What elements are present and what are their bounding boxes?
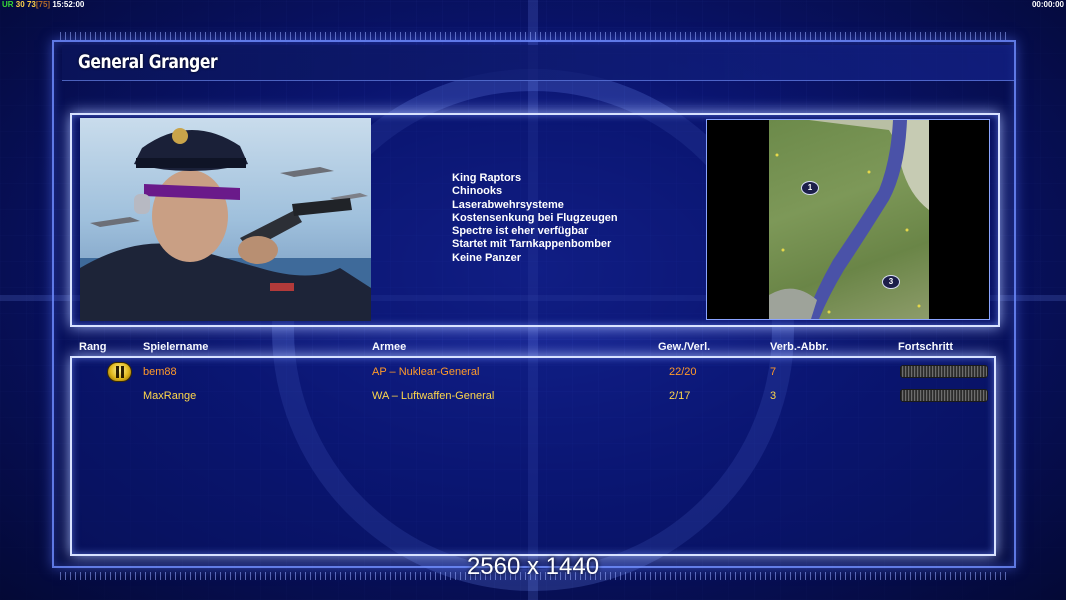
hud-stats: UR 30 73[75] 15:52:00 bbox=[2, 0, 84, 9]
map-terrain-image bbox=[769, 120, 929, 319]
column-header-player: Spielername bbox=[143, 341, 209, 353]
player-winloss: 22/20 bbox=[669, 366, 697, 378]
trait-item: Spectre ist eher verfügbar bbox=[452, 225, 589, 238]
trait-item: Chinooks bbox=[452, 185, 503, 198]
column-header-winloss: Gew./Verl. bbox=[658, 341, 711, 353]
map-spawn-marker[interactable]: 1 bbox=[801, 181, 819, 195]
player-army: WA – Luftwaffen-General bbox=[372, 390, 495, 402]
trait-item: King Raptors bbox=[452, 172, 522, 184]
rank-badge-icon bbox=[107, 362, 132, 382]
hud-clock: 15:52:00 bbox=[52, 0, 85, 9]
general-traits: King Raptors Chinooks Laserabwehrsysteme… bbox=[452, 172, 692, 265]
player-army: AP – Nuklear-General bbox=[372, 366, 480, 378]
player-disconnects: 7 bbox=[770, 366, 777, 378]
top-ruler bbox=[60, 32, 1006, 40]
hud-timer: 00:00:00 bbox=[1031, 0, 1064, 9]
progress-bar bbox=[900, 389, 988, 402]
player-name: MaxRange bbox=[143, 390, 197, 402]
column-header-disconnect: Verb.-Abbr. bbox=[770, 341, 829, 353]
player-disconnects: 3 bbox=[770, 390, 777, 402]
hud-bar: UR 30 73[75] 15:52:00 00:00:00 bbox=[0, 0, 1066, 10]
general-portrait-image bbox=[80, 128, 371, 321]
general-title: General Granger bbox=[78, 51, 218, 73]
general-portrait bbox=[80, 118, 371, 321]
title-bar: General Granger bbox=[62, 45, 1014, 81]
trait-item: Startet mit Tarnkappenbomber bbox=[452, 238, 612, 251]
map-spawn-marker[interactable]: 3 bbox=[882, 275, 900, 289]
progress-bar bbox=[900, 365, 988, 378]
map-terrain bbox=[769, 120, 929, 319]
trait-item: Kostensenkung bei Flugzeugen bbox=[452, 211, 618, 224]
hud-value-2: 73 bbox=[26, 0, 36, 9]
trait-item: Keine Panzer bbox=[452, 251, 522, 264]
trait-item: Laserabwehrsysteme bbox=[452, 198, 564, 211]
column-header-army: Armee bbox=[372, 341, 407, 353]
hud-value-3: [75] bbox=[35, 0, 51, 9]
minimap: 1 3 bbox=[706, 119, 990, 320]
player-name: bem88 bbox=[143, 366, 177, 378]
player-table-panel bbox=[70, 356, 996, 556]
hud-code: UR bbox=[2, 0, 14, 9]
player-winloss: 2/17 bbox=[669, 390, 691, 402]
hud-value-1: 30 bbox=[15, 0, 25, 9]
column-header-progress: Fortschritt bbox=[898, 341, 953, 353]
column-header-rank: Rang bbox=[79, 341, 107, 353]
resolution-overlay: 2560 x 1440 bbox=[466, 553, 600, 580]
